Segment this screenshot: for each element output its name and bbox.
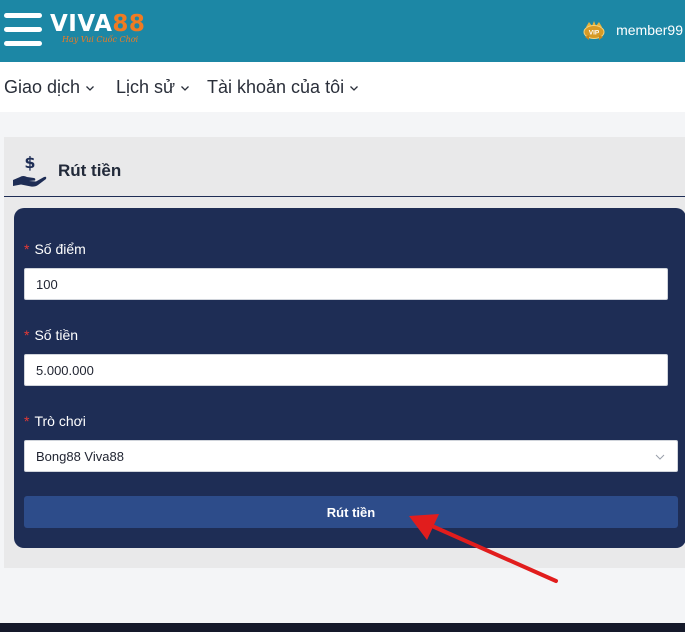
logo-tagline: Hay Vui Cuốc Chơi — [62, 35, 139, 44]
nav-item-transactions[interactable]: Giao dịch — [4, 77, 95, 98]
username: member99 — [616, 22, 683, 38]
nav-item-label: Tài khoản của tôi — [207, 77, 345, 97]
points-label: * Số điểm — [24, 241, 86, 257]
withdraw-panel: $ Rút tiền * Số điểm 100 * Số tiền 5.000.0… — [4, 137, 685, 568]
withdraw-submit-button[interactable]: Rút tiền — [24, 496, 678, 528]
nav-item-label: Giao dịch — [4, 77, 81, 97]
main-nav: Giao dịch Lịch sử Tài khoản của tôi — [0, 62, 685, 112]
chevron-down-icon — [86, 85, 95, 91]
user-account[interactable]: VIP member99 — [582, 18, 683, 42]
top-header: VIVA88 Hay Vui Cuốc Chơi VIP member99 — [0, 0, 685, 62]
nav-item-history[interactable]: Lịch sử — [116, 77, 190, 98]
vip-badge-icon: VIP — [583, 21, 605, 40]
required-mark: * — [24, 241, 30, 257]
points-input[interactable]: 100 — [24, 268, 668, 300]
game-select-value: Bong88 Viva88 — [36, 448, 124, 464]
brand-logo[interactable]: VIVA88 Hay Vui Cuốc Chơi — [50, 10, 160, 48]
footer-strip — [0, 623, 685, 632]
game-select[interactable]: Bong88 Viva88 — [24, 440, 678, 472]
nav-item-my-account[interactable]: Tài khoản của tôi — [207, 77, 359, 98]
page-title: Rút tiền — [58, 161, 122, 180]
chevron-down-icon — [350, 85, 359, 91]
hamburger-menu-icon[interactable] — [4, 13, 42, 47]
svg-text:$: $ — [24, 153, 35, 172]
withdraw-form: * Số điểm 100 * Số tiền 5.000.000 * Trò chơ… — [14, 208, 685, 548]
panel-header: $ Rút tiền — [4, 137, 685, 197]
required-mark: * — [24, 327, 30, 343]
chevron-down-icon — [655, 454, 665, 460]
nav-item-label: Lịch sử — [116, 77, 176, 97]
chevron-down-icon — [181, 85, 190, 91]
required-mark: * — [24, 413, 30, 429]
amount-input[interactable]: 5.000.000 — [24, 354, 668, 386]
game-label: * Trò chơi — [24, 413, 86, 429]
amount-label: * Số tiền — [24, 327, 79, 343]
logo-wordmark: VIVA88 — [50, 11, 146, 37]
money-hand-icon: $ — [13, 153, 47, 187]
svg-text:VIP: VIP — [589, 30, 600, 37]
